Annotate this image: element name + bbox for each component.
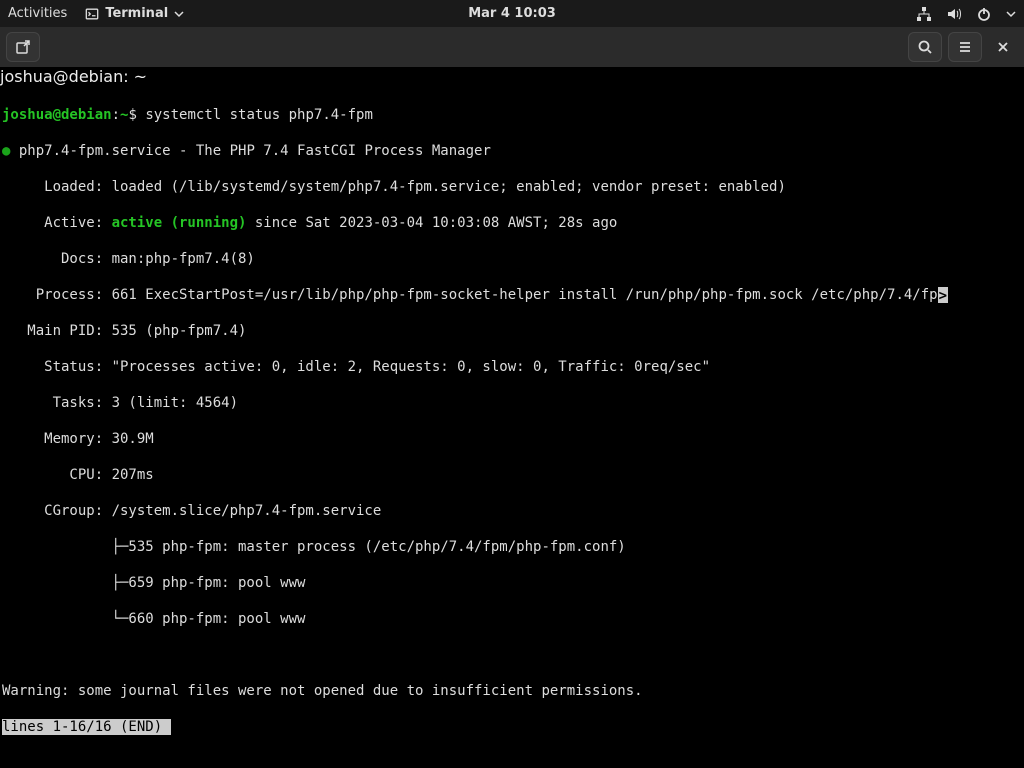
pager-status: lines 1-16/16 (END) (2, 718, 1022, 736)
new-tab-button[interactable] (6, 32, 40, 62)
power-icon[interactable] (976, 6, 992, 22)
output-line: Docs: man:php-fpm7.4(8) (2, 250, 1022, 268)
output-line: └─660 php-fpm: pool www (2, 610, 1022, 628)
prompt-line: joshua@debian:~$ systemctl status php7.4… (2, 106, 1022, 124)
network-icon[interactable] (916, 6, 932, 22)
output-line (2, 646, 1022, 664)
output-line: ● php7.4-fpm.service - The PHP 7.4 FastC… (2, 142, 1022, 160)
output-line: Memory: 30.9M (2, 430, 1022, 448)
active-state: active (running) (112, 215, 247, 231)
gnome-topbar: Activities Terminal Mar 4 10:03 (0, 0, 1024, 27)
output-line: Main PID: 535 (php-fpm7.4) (2, 322, 1022, 340)
window-title: joshua@debian: ~ (0, 67, 1024, 86)
app-menu-label: Terminal (105, 6, 168, 21)
close-button[interactable] (988, 32, 1018, 62)
prompt-userhost: joshua@debian (2, 107, 112, 123)
line-overflow-indicator: > (938, 287, 948, 303)
output-line: Status: "Processes active: 0, idle: 2, R… (2, 358, 1022, 376)
search-button[interactable] (908, 32, 942, 62)
chevron-down-icon (174, 9, 184, 19)
window-titlebar (0, 27, 1024, 67)
volume-icon[interactable] (946, 6, 962, 22)
hamburger-icon (957, 39, 973, 55)
output-line: CPU: 207ms (2, 466, 1022, 484)
terminal-icon (85, 7, 99, 21)
activities-button[interactable]: Activities (8, 6, 67, 21)
chevron-down-icon[interactable] (1006, 9, 1016, 19)
app-menu[interactable]: Terminal (85, 6, 184, 21)
hamburger-button[interactable] (948, 32, 982, 62)
output-line: ├─535 php-fpm: master process (/etc/php/… (2, 538, 1022, 556)
output-line: Loaded: loaded (/lib/systemd/system/php7… (2, 178, 1022, 196)
output-line: ├─659 php-fpm: pool www (2, 574, 1022, 592)
search-icon (917, 39, 933, 55)
cursor (162, 719, 171, 735)
close-icon (996, 40, 1010, 54)
output-line: Warning: some journal files were not ope… (2, 682, 1022, 700)
output-line: Process: 661 ExecStartPost=/usr/lib/php/… (2, 286, 1022, 304)
output-line: CGroup: /system.slice/php7.4-fpm.service (2, 502, 1022, 520)
command-text: systemctl status php7.4-fpm (145, 107, 373, 123)
new-tab-icon (15, 39, 31, 55)
clock[interactable]: Mar 4 10:03 (468, 6, 556, 21)
output-line: Active: active (running) since Sat 2023-… (2, 214, 1022, 232)
output-line: Tasks: 3 (limit: 4564) (2, 394, 1022, 412)
terminal-viewport[interactable]: joshua@debian:~$ systemctl status php7.4… (0, 86, 1024, 756)
